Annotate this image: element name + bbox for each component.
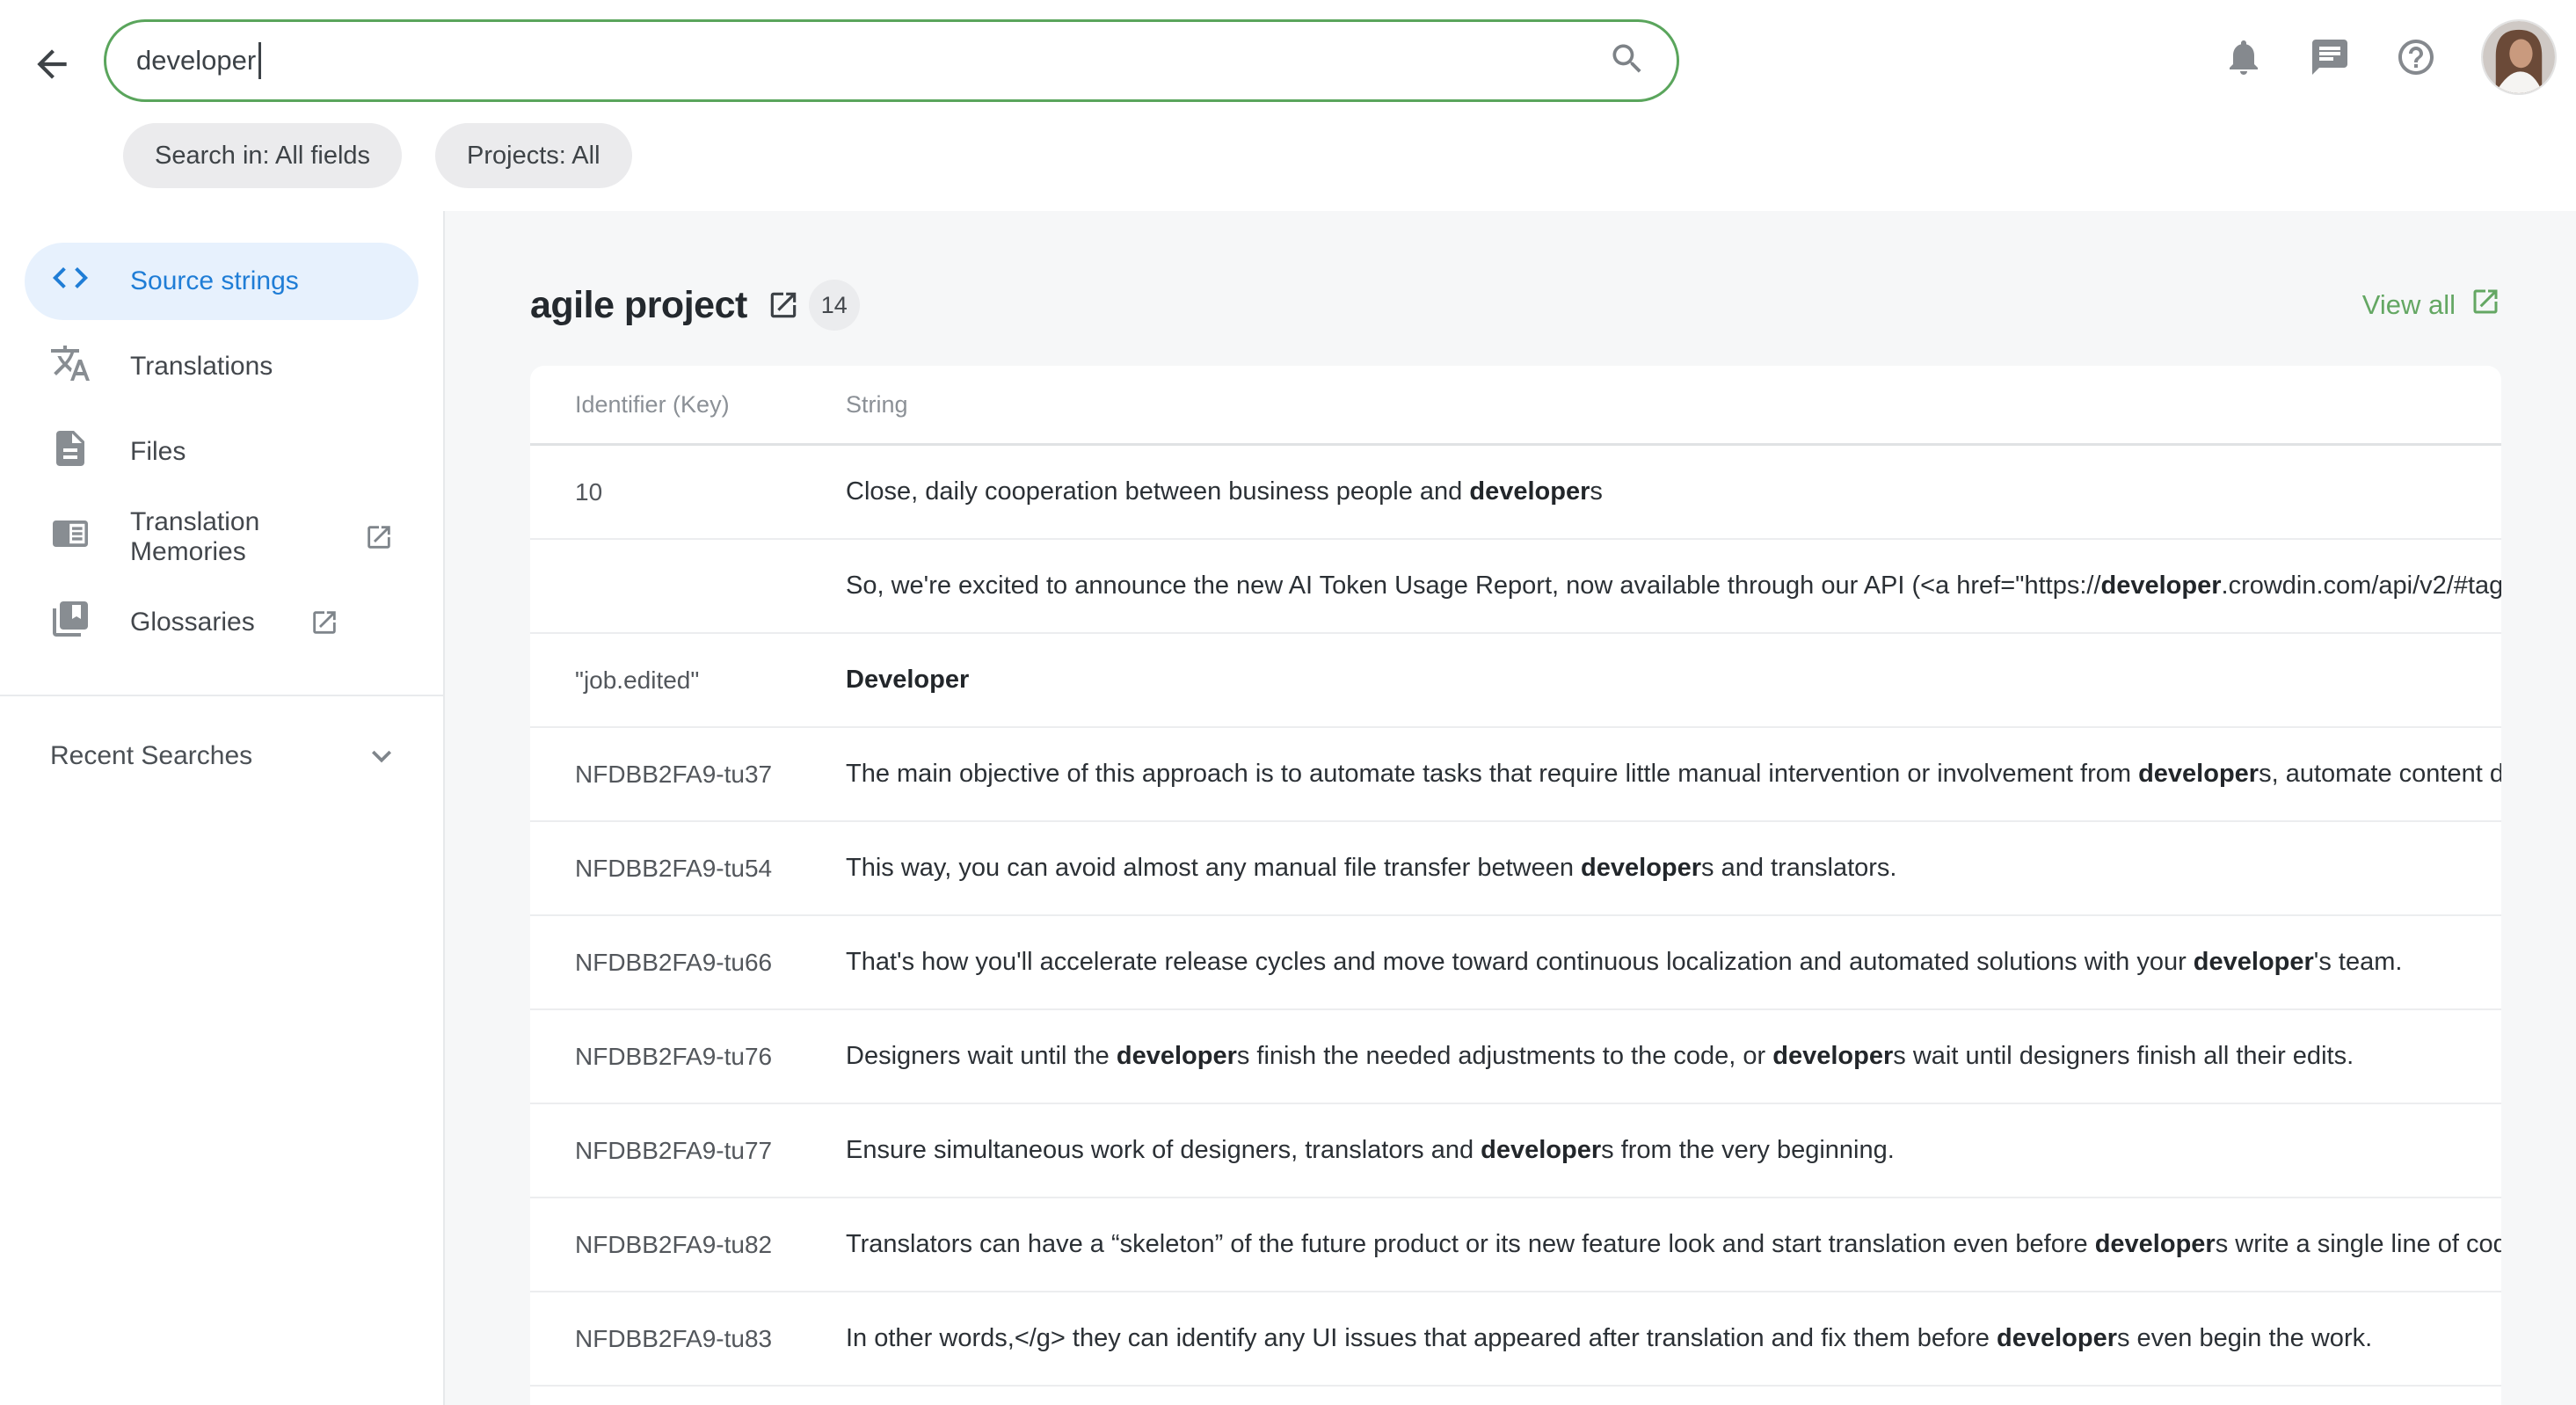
- translate-icon: [49, 342, 91, 391]
- chat-icon: [2309, 68, 2351, 81]
- code-icon: [49, 257, 91, 306]
- filter-chip-projects[interactable]: Projects: All: [435, 123, 632, 188]
- external-link-icon: [767, 288, 800, 322]
- project-link[interactable]: agile project: [530, 284, 800, 327]
- sidebar-item-translation-memories[interactable]: Translation Memories: [25, 499, 418, 576]
- back-button[interactable]: [30, 42, 74, 86]
- topbar-actions: [2223, 18, 2557, 97]
- row-key: NFDBB2FA9-tu82: [530, 1231, 846, 1259]
- bell-icon: [2223, 68, 2265, 81]
- row-key: NFDBB2FA9-tu54: [530, 855, 846, 883]
- row-key: NFDBB2FA9-tu66: [530, 949, 846, 977]
- sidebar-item-label: Translations: [130, 352, 273, 382]
- sidebar-item-glossaries[interactable]: Glossaries: [25, 584, 418, 661]
- table-row[interactable]: NFDBB2FA9-tu54This way, you can avoid al…: [530, 822, 2501, 916]
- glossary-icon: [49, 598, 91, 647]
- table-row[interactable]: 10Close, daily cooperation between busin…: [530, 446, 2501, 540]
- view-all-link[interactable]: View all: [2362, 286, 2501, 324]
- column-header-key: Identifier (Key): [530, 391, 846, 419]
- user-avatar[interactable]: [2481, 19, 2557, 95]
- table-body: 10Close, daily cooperation between busin…: [530, 446, 2501, 1405]
- search-value: developer: [136, 45, 256, 76]
- chevron-down-icon: [362, 737, 401, 775]
- sidebar-item-files[interactable]: Files: [25, 413, 418, 491]
- row-key: 10: [530, 478, 846, 506]
- row-string: Translators can have a “skeleton” of the…: [846, 1230, 2501, 1259]
- sidebar: Source strings Translations Files: [0, 211, 445, 1405]
- arrow-left-icon: [30, 76, 74, 89]
- row-string: In other words,</g> they can identify an…: [846, 1324, 2501, 1353]
- recent-searches-toggle[interactable]: Recent Searches: [50, 737, 401, 775]
- table-row[interactable]: NFDBB2FA9-tu77Ensure simultaneous work o…: [530, 1104, 2501, 1198]
- row-string: So, we're excited to announce the new AI…: [846, 571, 2501, 601]
- file-icon: [49, 427, 91, 477]
- row-key: NFDBB2FA9-tu83: [530, 1325, 846, 1353]
- row-string: This way, you can avoid almost any manua…: [846, 854, 2501, 883]
- sidebar-item-label: Glossaries: [130, 608, 255, 637]
- row-key: NFDBB2FA9-tu77: [530, 1137, 846, 1165]
- search-icon[interactable]: [1608, 40, 1647, 83]
- results-table: Identifier (Key) String 10Close, daily c…: [530, 366, 2501, 1405]
- question-circle-icon: [2395, 68, 2437, 81]
- avatar-photo: [2483, 21, 2555, 93]
- table-row[interactable]: NFDBB2FA9-tu37The main objective of this…: [530, 728, 2501, 822]
- result-count-badge: 14: [809, 280, 860, 331]
- filter-chip-search-in[interactable]: Search in: All fields: [123, 123, 402, 188]
- notifications-button[interactable]: [2223, 36, 2265, 78]
- project-heading-row: agile project 14 View all: [530, 280, 2501, 331]
- external-link-icon: [2470, 286, 2501, 324]
- row-string: Developer: [846, 666, 2501, 695]
- search-results: agile project 14 View all Identifier (Ke…: [445, 211, 2576, 1405]
- help-button[interactable]: [2395, 36, 2437, 78]
- row-string: The main objective of this approach is t…: [846, 760, 2501, 789]
- topbar: developer Search in: All fields Projects…: [0, 0, 2576, 211]
- table-row[interactable]: NFDBB2FA9-tu83The prototyping stage will…: [530, 1387, 2501, 1405]
- view-all-label: View all: [2362, 289, 2456, 321]
- row-string: Designers wait until the developers fini…: [846, 1042, 2501, 1071]
- row-string: That's how you'll accelerate release cyc…: [846, 948, 2501, 977]
- table-row[interactable]: So, we're excited to announce the new AI…: [530, 540, 2501, 634]
- sidebar-divider: [0, 695, 443, 696]
- table-header: Identifier (Key) String: [530, 366, 2501, 446]
- table-row[interactable]: NFDBB2FA9-tu83In other words,</g> they c…: [530, 1292, 2501, 1387]
- messages-button[interactable]: [2309, 36, 2351, 78]
- sidebar-item-label: Translation Memories: [130, 507, 309, 567]
- text-caret: [258, 42, 261, 79]
- sidebar-item-label: Files: [130, 437, 186, 467]
- content-area: Source strings Translations Files: [0, 211, 2576, 1405]
- external-link-icon: [309, 608, 339, 637]
- project-title: agile project: [530, 284, 747, 327]
- row-key: NFDBB2FA9-tu37: [530, 761, 846, 789]
- sidebar-item-label: Source strings: [130, 266, 299, 296]
- row-key: NFDBB2FA9-tu76: [530, 1043, 846, 1071]
- row-string: Close, daily cooperation between busines…: [846, 477, 2501, 506]
- table-row[interactable]: NFDBB2FA9-tu66That's how you'll accelera…: [530, 916, 2501, 1010]
- column-header-string: String: [846, 391, 2501, 419]
- table-row[interactable]: NFDBB2FA9-tu76Designers wait until the d…: [530, 1010, 2501, 1104]
- row-string: Ensure simultaneous work of designers, t…: [846, 1136, 2501, 1165]
- translation-memory-icon: [49, 513, 91, 562]
- sidebar-item-translations[interactable]: Translations: [25, 328, 418, 405]
- table-row[interactable]: NFDBB2FA9-tu82Translators can have a “sk…: [530, 1198, 2501, 1292]
- row-key: "job.edited": [530, 666, 846, 695]
- table-row[interactable]: "job.edited"Developer: [530, 634, 2501, 728]
- recent-searches-label: Recent Searches: [50, 741, 252, 771]
- external-link-icon: [364, 522, 394, 552]
- search-input[interactable]: developer: [104, 19, 1679, 102]
- search-filter-chips: Search in: All fields Projects: All: [123, 123, 632, 188]
- sidebar-item-source-strings[interactable]: Source strings: [25, 243, 418, 320]
